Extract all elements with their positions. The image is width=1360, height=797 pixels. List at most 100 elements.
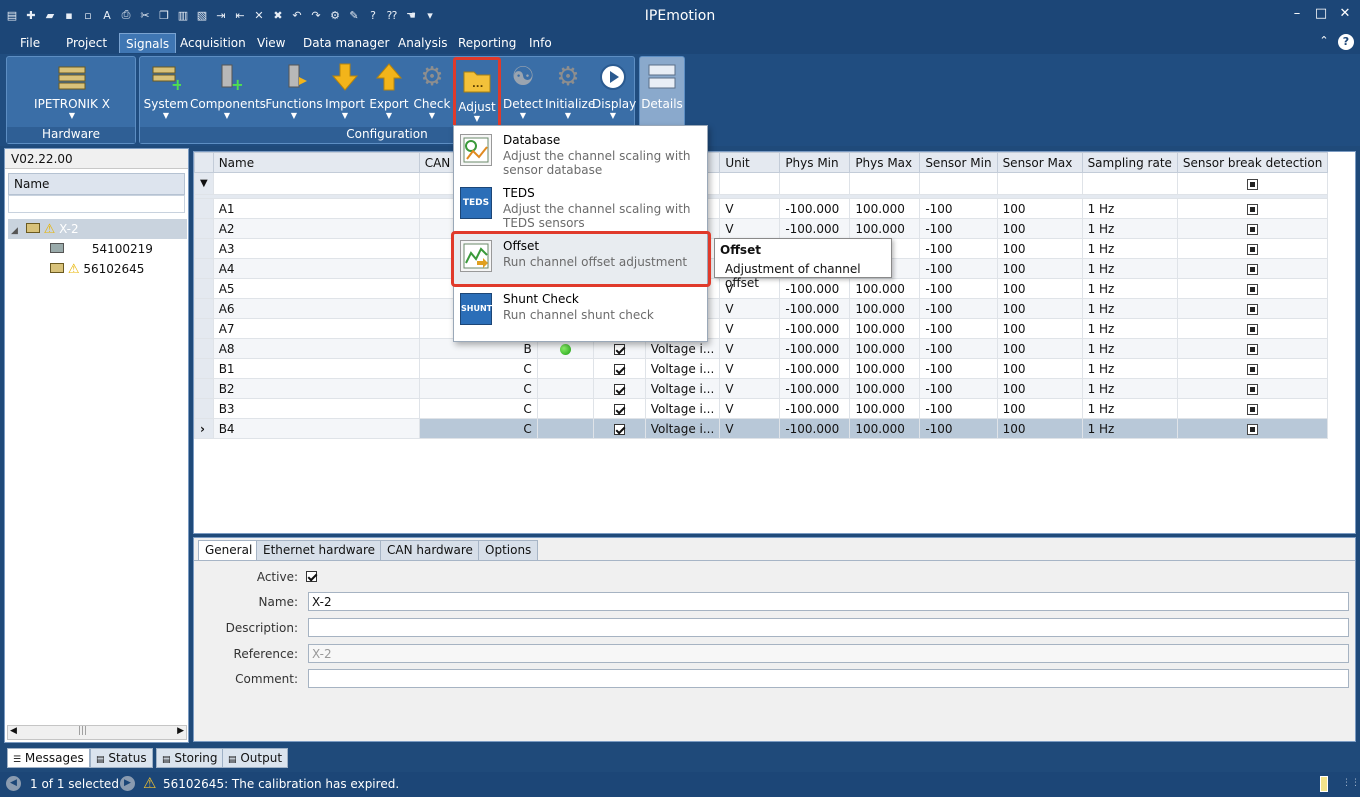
tree-header[interactable]: Name	[8, 173, 185, 195]
tab-general[interactable]: General	[198, 540, 260, 560]
sensor-break-checkbox[interactable]	[1247, 423, 1259, 435]
menu-file[interactable]: File	[14, 33, 46, 53]
tree-hscrollbar[interactable]: ◀ ||| ▶	[7, 725, 187, 740]
cell-phys-min[interactable]: -100.000	[779, 318, 851, 339]
col-phys-max[interactable]: Phys Max	[849, 152, 921, 173]
cell-rate[interactable]: 1 Hz	[1081, 198, 1178, 219]
cell-sensor-break[interactable]	[1176, 258, 1329, 279]
cell-sensor-break[interactable]	[1176, 318, 1329, 339]
menu-acquisition[interactable]: Acquisition	[174, 33, 252, 53]
prev-icon[interactable]: ◀	[6, 776, 21, 791]
active-checkbox[interactable]	[613, 423, 625, 435]
cell-rate[interactable]: 1 Hz	[1081, 278, 1178, 299]
export-button[interactable]: Export ▼	[367, 61, 411, 125]
cell-sensor-min[interactable]: -100	[919, 418, 998, 439]
cell-phys-min[interactable]: -100.000	[779, 218, 851, 239]
cell-sensor-max[interactable]: 100	[996, 198, 1083, 219]
cell-phys-min[interactable]: -100.000	[779, 198, 851, 219]
cell-sensor-min[interactable]: -100	[919, 278, 998, 299]
tab-can-hardware[interactable]: CAN hardware	[380, 540, 480, 560]
menu-info[interactable]: Info	[523, 33, 558, 53]
cell-sensor-min[interactable]: -100	[919, 398, 998, 419]
sensor-break-checkbox[interactable]	[1247, 343, 1259, 355]
table-row[interactable]: A1 V -100.000 100.000 -100 100 1 Hz	[194, 198, 1329, 219]
cell-name[interactable]: A6	[212, 298, 420, 319]
sensor-break-checkbox[interactable]	[1247, 323, 1259, 335]
tab-status[interactable]: ▤ Status	[90, 748, 153, 768]
resize-grip-icon[interactable]: ⋮⋮	[1342, 778, 1360, 788]
cell-sensor-break[interactable]	[1176, 338, 1329, 359]
cell-sensor-break[interactable]	[1176, 218, 1329, 239]
tab-options[interactable]: Options	[478, 540, 539, 560]
cell-sensor-min[interactable]: -100	[919, 358, 998, 379]
cell-sensor-min[interactable]: -100	[919, 378, 998, 399]
active-checkbox[interactable]	[613, 383, 625, 395]
sensor-break-checkbox[interactable]	[1247, 223, 1259, 235]
tab-output[interactable]: ▤ Output	[222, 748, 289, 768]
sensor-break-checkbox[interactable]	[1247, 383, 1259, 395]
tab-storing[interactable]: ▤ Storing	[156, 748, 224, 768]
collapse-ribbon-icon[interactable]: ⌃	[1316, 34, 1332, 50]
cell-name[interactable]: B4	[212, 418, 420, 439]
cell-rate[interactable]: 1 Hz	[1081, 238, 1178, 259]
active-checkbox[interactable]	[613, 363, 625, 375]
description-field[interactable]	[308, 618, 1349, 637]
cell-unit[interactable]: V	[719, 418, 781, 439]
cell-type[interactable]: Voltage i...	[644, 378, 721, 399]
cell-name[interactable]: B2	[212, 378, 420, 399]
table-row[interactable]: A6 V -100.000 100.000 -100 100 1 Hz	[194, 298, 1329, 319]
cell-rate[interactable]: 1 Hz	[1081, 318, 1178, 339]
menu-signals[interactable]: Signals	[119, 33, 177, 53]
cell-can[interactable]: C	[418, 378, 538, 399]
tree-filter-input[interactable]	[8, 195, 185, 213]
cell-sensor-min[interactable]: -100	[919, 218, 998, 239]
cell-can[interactable]: C	[418, 358, 538, 379]
col-sensor-max[interactable]: Sensor Max	[996, 152, 1083, 173]
cell-sensor-min[interactable]: -100	[919, 318, 998, 339]
cell-sensor-max[interactable]: 100	[996, 218, 1083, 239]
table-row[interactable]: B3 C Voltage i... V -100.000 100.000 -100 100 1 …	[194, 398, 1329, 419]
tree-item-56102645[interactable]: ⚠ 56102645	[8, 259, 187, 279]
filter-checkbox[interactable]	[1247, 178, 1259, 190]
cell-sensor-break[interactable]	[1176, 358, 1329, 379]
comment-field[interactable]	[308, 669, 1349, 688]
import-button[interactable]: Import ▼	[323, 61, 367, 125]
cell-rate[interactable]: 1 Hz	[1081, 358, 1178, 379]
active-checkbox[interactable]	[613, 403, 625, 415]
cell-name[interactable]: A1	[212, 198, 420, 219]
cell-phys-min[interactable]: -100.000	[779, 398, 851, 419]
next-icon[interactable]: ▶	[120, 776, 135, 791]
cell-sensor-min[interactable]: -100	[919, 298, 998, 319]
active-checkbox[interactable]	[613, 343, 625, 355]
cell-phys-max[interactable]: 100.000	[849, 358, 921, 379]
active-checkbox[interactable]	[306, 569, 317, 583]
menu-item-database[interactable]: Database Adjust the channel scaling with…	[454, 126, 707, 178]
check-button[interactable]: ⚙ Check ▼	[411, 61, 453, 125]
col-sensor-min[interactable]: Sensor Min	[919, 152, 998, 173]
menu-item-shunt-check[interactable]: SHUNT Shunt Check Run channel shunt chec…	[454, 285, 707, 337]
cell-name[interactable]: A4	[212, 258, 420, 279]
cell-sensor-break[interactable]	[1176, 398, 1329, 419]
adjust-button[interactable]: ... Adjust ▼	[453, 57, 501, 129]
display-button[interactable]: Display ▼	[592, 61, 636, 125]
cell-rate[interactable]: 1 Hz	[1081, 258, 1178, 279]
initialize-button[interactable]: ⚙ Initialize ▼	[545, 61, 595, 125]
cell-active[interactable]	[592, 358, 646, 379]
cell-sensor-max[interactable]: 100	[996, 338, 1083, 359]
cell-phys-min[interactable]: -100.000	[779, 338, 851, 359]
cell-sensor-break[interactable]	[1176, 238, 1329, 259]
menu-reporting[interactable]: Reporting	[452, 33, 522, 53]
col-phys-min[interactable]: Phys Min	[779, 152, 851, 173]
cell-phys-max[interactable]: 100.000	[849, 418, 921, 439]
cell-unit[interactable]: V	[719, 218, 781, 239]
cell-phys-min[interactable]: -100.000	[779, 378, 851, 399]
cell-sensor-max[interactable]: 100	[996, 258, 1083, 279]
maximize-icon[interactable]: □	[1314, 6, 1328, 24]
cell-phys-max[interactable]: 100.000	[849, 338, 921, 359]
cell-unit[interactable]: V	[719, 298, 781, 319]
sensor-break-checkbox[interactable]	[1247, 403, 1259, 415]
cell-sensor-max[interactable]: 100	[996, 378, 1083, 399]
table-row[interactable]: A2 V -100.000 100.000 -100 100 1 Hz	[194, 218, 1329, 239]
cell-sensor-max[interactable]: 100	[996, 358, 1083, 379]
cell-phys-max[interactable]: 100.000	[849, 398, 921, 419]
